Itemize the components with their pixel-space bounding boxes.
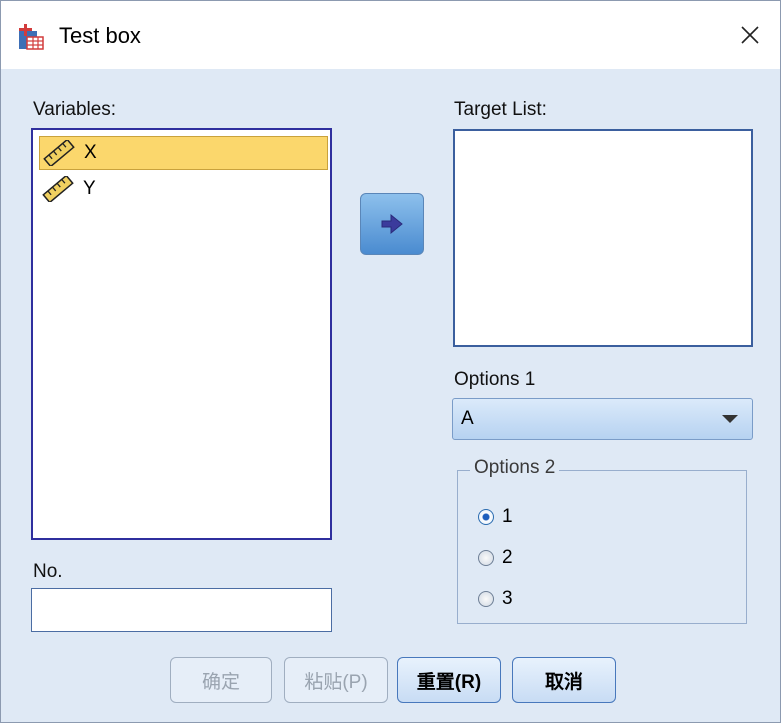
variable-label-y: Y bbox=[83, 178, 96, 199]
variable-label-x: X bbox=[84, 142, 97, 163]
reset-button[interactable]: 重置(R) bbox=[397, 657, 501, 703]
move-to-target-button[interactable] bbox=[360, 193, 424, 255]
close-button[interactable] bbox=[720, 1, 780, 69]
options2-radio-1[interactable]: 1 bbox=[478, 506, 513, 528]
chevron-down-icon bbox=[722, 415, 738, 423]
close-icon bbox=[741, 26, 759, 44]
spss-dialog-icon bbox=[19, 24, 44, 50]
options1-selected-value: A bbox=[461, 408, 474, 429]
variable-item-x[interactable]: X bbox=[39, 136, 328, 170]
variables-label: Variables: bbox=[33, 99, 117, 120]
test-box-dialog: Test box Variables: X Y Target List: Opt… bbox=[0, 0, 781, 723]
ruler-icon bbox=[43, 140, 75, 166]
radio-unchecked-icon bbox=[478, 591, 494, 607]
ruler-icon bbox=[42, 176, 74, 202]
options2-radio-3-label: 3 bbox=[502, 588, 513, 609]
number-field-label: No. bbox=[33, 561, 63, 582]
radio-checked-icon bbox=[478, 509, 494, 525]
paste-button[interactable]: 粘贴(P) bbox=[284, 657, 388, 703]
arrow-right-icon bbox=[381, 213, 403, 235]
options2-label: Options 2 bbox=[470, 457, 560, 479]
target-listbox[interactable] bbox=[453, 129, 753, 347]
ok-button[interactable]: 确定 bbox=[170, 657, 272, 703]
title-bar: Test box bbox=[1, 1, 780, 69]
number-field[interactable] bbox=[31, 588, 332, 632]
options1-label: Options 1 bbox=[454, 369, 536, 390]
variables-listbox[interactable]: X Y bbox=[31, 128, 332, 540]
radio-unchecked-icon bbox=[478, 550, 494, 566]
options2-radio-3[interactable]: 3 bbox=[478, 588, 513, 610]
options2-radio-1-label: 1 bbox=[502, 506, 513, 527]
options1-dropdown[interactable]: A bbox=[452, 398, 753, 440]
window-title: Test box bbox=[59, 23, 141, 48]
cancel-button[interactable]: 取消 bbox=[512, 657, 616, 703]
target-list-label: Target List: bbox=[454, 99, 547, 120]
options2-group: Options 2 1 2 3 bbox=[457, 457, 747, 624]
options2-radio-2-label: 2 bbox=[502, 547, 513, 568]
variable-item-y[interactable]: Y bbox=[39, 172, 328, 206]
options2-radio-2[interactable]: 2 bbox=[478, 547, 513, 569]
